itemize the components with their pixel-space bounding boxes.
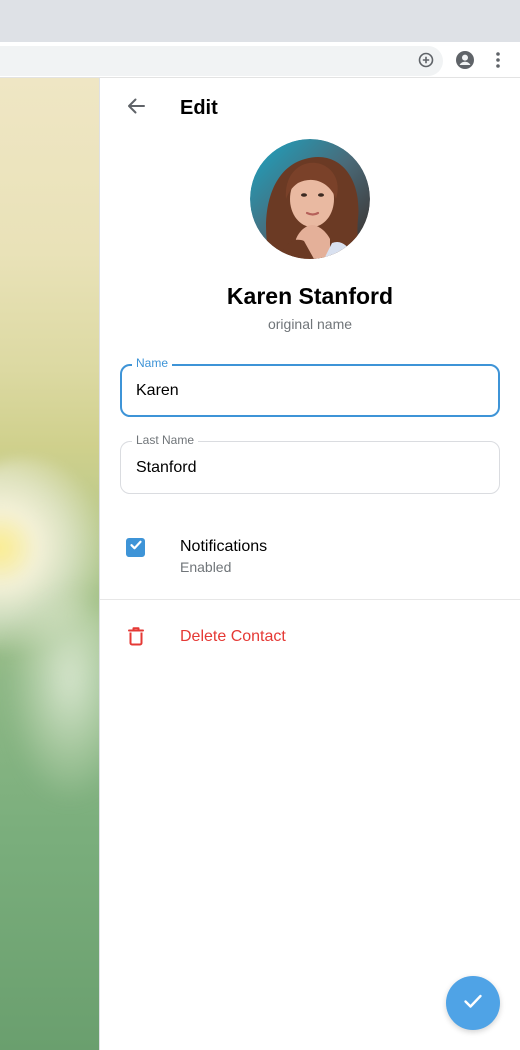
notifications-checkbox[interactable] [126, 538, 145, 557]
name-field[interactable]: Name [120, 356, 500, 417]
delete-contact-button[interactable]: Delete Contact [100, 614, 520, 658]
notifications-label: Notifications [180, 538, 268, 555]
contact-subtitle: original name [267, 316, 353, 332]
trash-icon [125, 625, 147, 647]
back-button[interactable] [120, 92, 152, 124]
section-divider [100, 599, 520, 600]
contact-full-name: Karen Stanford [226, 283, 394, 309]
page-title: Edit [180, 97, 218, 119]
last-name-field[interactable]: Last Name [120, 433, 500, 494]
check-icon [461, 989, 485, 1018]
browser-tab-strip [0, 0, 520, 42]
account-circle-icon[interactable] [455, 50, 475, 70]
plus-circle-icon[interactable] [416, 50, 436, 70]
avatar[interactable] [250, 139, 370, 259]
save-button[interactable] [446, 976, 500, 1030]
arrow-left-icon [126, 96, 146, 121]
last-name-input[interactable] [136, 442, 486, 493]
address-bar[interactable] [0, 46, 443, 76]
check-icon [129, 538, 143, 557]
chat-background [0, 78, 99, 1050]
notifications-status: Enabled [180, 559, 232, 575]
delete-contact-label: Delete Contact [180, 628, 286, 645]
notifications-toggle[interactable]: Notifications Enabled [100, 528, 520, 598]
edit-contact-panel: Edit Karen Stanford original name Name K… [100, 78, 520, 1050]
name-input[interactable] [136, 366, 486, 415]
more-vertical-icon[interactable] [488, 50, 508, 70]
browser-toolbar [0, 42, 520, 78]
